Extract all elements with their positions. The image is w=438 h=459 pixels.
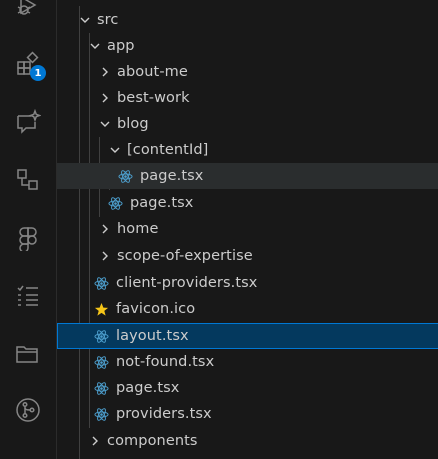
activity-bar: 1: [0, 0, 57, 459]
source-control-icon[interactable]: [8, 390, 48, 430]
chevron-down-icon[interactable]: [77, 12, 93, 28]
item-label: providers.tsx: [116, 406, 212, 422]
file-item[interactable]: favicon.ico: [57, 296, 438, 322]
file-explorer: src app about-me best-work blog [contentId] pa…: [57, 0, 438, 459]
star-icon: [93, 301, 109, 317]
folder-item[interactable]: best-work: [57, 85, 438, 111]
run-debug-icon[interactable]: [8, 0, 48, 26]
folder-item[interactable]: app: [57, 33, 438, 59]
item-label: about-me: [117, 64, 188, 80]
react-icon: [93, 406, 109, 422]
checklist-icon[interactable]: [8, 276, 48, 316]
folder-item[interactable]: about-me: [57, 59, 438, 85]
react-icon: [107, 195, 123, 211]
item-label: layout.tsx: [116, 328, 189, 344]
chevron-down-icon[interactable]: [97, 116, 113, 132]
file-item[interactable]: page.tsx: [57, 375, 438, 401]
file-item[interactable]: not-found.tsx: [57, 349, 438, 375]
react-icon: [117, 168, 133, 184]
item-label: page.tsx: [130, 195, 194, 211]
item-label: client-providers.tsx: [116, 275, 258, 291]
item-label: favicon.ico: [116, 301, 196, 317]
folder-icon[interactable]: [8, 334, 48, 374]
chevron-right-icon[interactable]: [87, 433, 103, 449]
remote-explorer-icon[interactable]: [8, 160, 48, 200]
item-label: blog: [117, 116, 149, 132]
folder-item[interactable]: [contentId]: [57, 137, 438, 163]
folder-item[interactable]: blog: [57, 111, 438, 137]
extensions-badge: 1: [30, 65, 46, 81]
item-label: scope-of-expertise: [117, 248, 253, 264]
file-item[interactable]: client-providers.tsx: [57, 270, 438, 296]
item-label: not-found.tsx: [116, 354, 215, 370]
folder-item[interactable]: src: [57, 7, 438, 33]
figma-icon[interactable]: [8, 218, 48, 258]
react-icon: [93, 354, 109, 370]
item-label: page.tsx: [140, 168, 204, 184]
chevron-down-icon[interactable]: [107, 142, 123, 158]
chevron-right-icon[interactable]: [97, 221, 113, 237]
chat-sparkle-icon[interactable]: [8, 102, 48, 142]
item-label: page.tsx: [116, 380, 180, 396]
react-icon: [93, 328, 109, 344]
chevron-right-icon[interactable]: [97, 64, 113, 80]
item-label: app: [107, 38, 135, 54]
chevron-right-icon[interactable]: [97, 90, 113, 106]
react-icon: [93, 380, 109, 396]
chevron-right-icon[interactable]: [97, 248, 113, 264]
chevron-down-icon[interactable]: [87, 38, 103, 54]
file-item[interactable]: layout.tsx: [57, 323, 438, 349]
item-label: components: [107, 433, 198, 449]
file-item[interactable]: page.tsx: [57, 190, 438, 216]
item-label: [contentId]: [127, 142, 209, 158]
file-item[interactable]: providers.tsx: [57, 401, 438, 427]
item-label: best-work: [117, 90, 190, 106]
item-label: home: [117, 221, 159, 237]
extensions-icon[interactable]: 1: [8, 44, 48, 84]
folder-item[interactable]: home: [57, 216, 438, 242]
vscode-window: 1 src app about-me best-work blog [conte…: [0, 0, 438, 459]
folder-item[interactable]: components: [57, 428, 438, 454]
folder-item[interactable]: scope-of-expertise: [57, 243, 438, 269]
item-label: src: [97, 12, 119, 28]
react-icon: [93, 275, 109, 291]
file-item[interactable]: page.tsx: [57, 163, 438, 189]
